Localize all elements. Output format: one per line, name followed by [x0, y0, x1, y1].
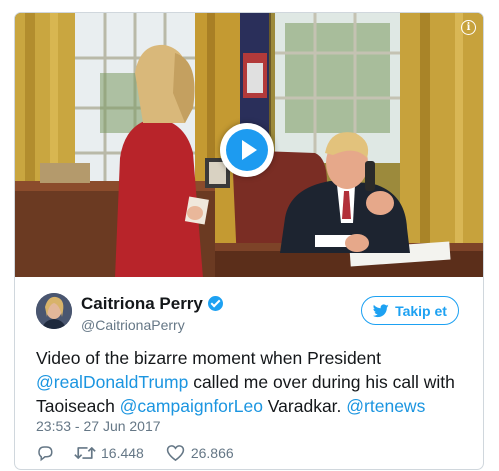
tweet-actions: 16.448 26.866 — [36, 442, 234, 464]
like-button[interactable]: 26.866 — [166, 444, 234, 462]
tweet-text-segment: Varadkar. — [262, 396, 347, 416]
avatar[interactable] — [36, 293, 72, 329]
reply-button[interactable] — [36, 444, 54, 462]
author-handle[interactable]: @CaitrionaPerry — [81, 317, 185, 333]
mention-link[interactable]: @rtenews — [346, 396, 425, 416]
heart-icon — [166, 445, 185, 462]
reply-icon — [38, 446, 53, 462]
verified-badge-icon — [207, 296, 223, 311]
like-count: 26.866 — [190, 445, 234, 461]
play-icon — [242, 140, 257, 160]
mention-link[interactable]: @campaignforLeo — [120, 396, 263, 416]
play-button[interactable] — [220, 123, 274, 177]
twitter-bird-icon — [373, 303, 389, 317]
play-button-circle — [226, 129, 268, 171]
author-name-text: Caitriona Perry — [81, 294, 203, 313]
video-player[interactable]: i — [15, 13, 483, 277]
mention-link[interactable]: @realDonaldTrump — [36, 372, 188, 392]
tweet-text-segment: Video of the bizarre moment when Preside… — [36, 348, 382, 368]
tweet-text: Video of the bizarre moment when Preside… — [36, 346, 466, 418]
retweet-button[interactable]: 16.448 — [74, 444, 144, 462]
retweet-icon — [74, 447, 96, 459]
author-name[interactable]: Caitriona Perry — [81, 294, 223, 314]
tweet-card: i Caitriona Perry @CaitrionaPerry Takip … — [14, 12, 484, 470]
follow-button-label: Takip et — [395, 302, 447, 319]
retweet-count: 16.448 — [101, 445, 144, 461]
info-icon[interactable]: i — [461, 20, 476, 35]
avatar-image — [36, 293, 72, 329]
follow-button[interactable]: Takip et — [361, 296, 459, 325]
tweet-timestamp[interactable]: 23:53 - 27 Jun 2017 — [36, 418, 161, 434]
